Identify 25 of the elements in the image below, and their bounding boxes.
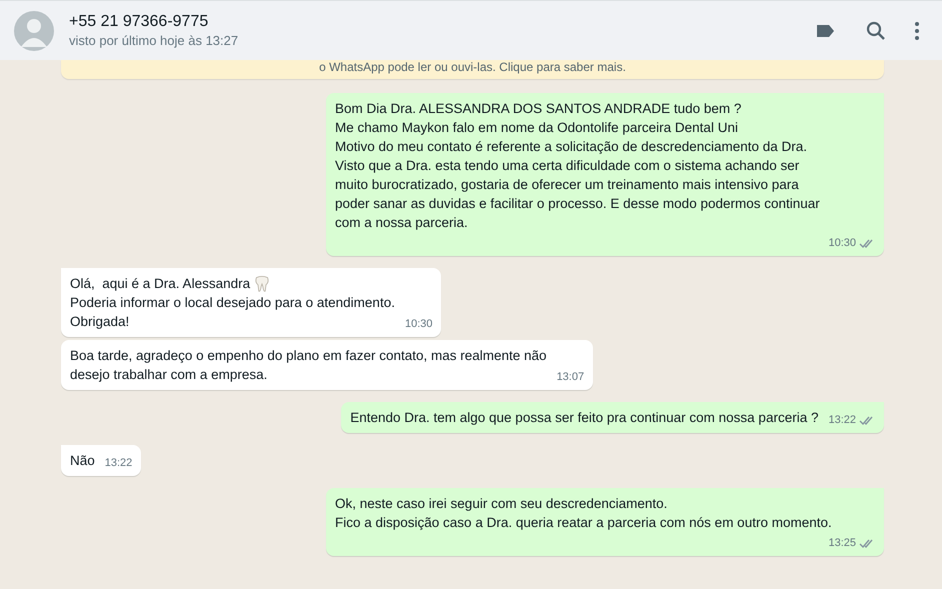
message-text: Não: [70, 452, 95, 470]
message-text: Fico a disposição caso a Dra. queria reatar a parceria com nós em outro momento.: [335, 514, 832, 532]
message-text: Boa tarde, agradeço o empenho do plano em fazer contato, mas realmente não: [70, 347, 547, 365]
encryption-banner[interactable]: o WhatsApp pode ler ou ouvi-las. Clique para saber mais.: [61, 60, 884, 79]
message-text: Motivo do meu contato é referente a solicitação de descredenciamento da Dra.: [335, 138, 808, 156]
message-time: 13:07: [556, 370, 584, 384]
message-text: desejo trabalhar com a empresa.: [70, 366, 268, 384]
message-text: Entendo Dra. tem algo que possa ser feito pra continuar com nossa parceria ?: [350, 409, 818, 427]
message-time: 10:30: [404, 317, 432, 331]
message-text: muito burocratizado, gostaria de oferecer um treinamento mais intensivo para: [335, 176, 799, 194]
message-text: Obrigada!: [70, 313, 130, 331]
message-text: com a nossa parceria.: [335, 214, 468, 232]
message-text: Me chamo Maykon falo em nome da Odontolife parceira Dental Uni: [335, 119, 738, 137]
contact-name[interactable]: +55 21 97366-9775: [69, 11, 814, 32]
message-text: poder sanar as duvidas e facilitar o processo. E desse modo podermos continuar: [335, 195, 820, 213]
message-time: 13:25: [828, 536, 856, 550]
message-time: 13:22: [104, 456, 132, 470]
last-seen-text: visto por último hoje às 13:27: [69, 32, 240, 50]
message-time: 13:22: [828, 413, 856, 427]
message-text: Bom Dia Dra. ALESSANDRA DOS SANTOS ANDRADE tudo bem ?: [335, 100, 742, 118]
message-text: Visto que a Dra. esta tendo uma certa dificuldade com o sistema achando ser: [335, 157, 800, 175]
message-text: Ok, neste caso irei seguir com seu descredenciamento.: [335, 495, 668, 513]
message-text: Olá, aqui é a Dra. Alessandra: [70, 275, 250, 293]
message-time: 10:30: [828, 236, 856, 250]
message-text: Poderia informar o local desejado para o atendimento.: [70, 294, 395, 312]
